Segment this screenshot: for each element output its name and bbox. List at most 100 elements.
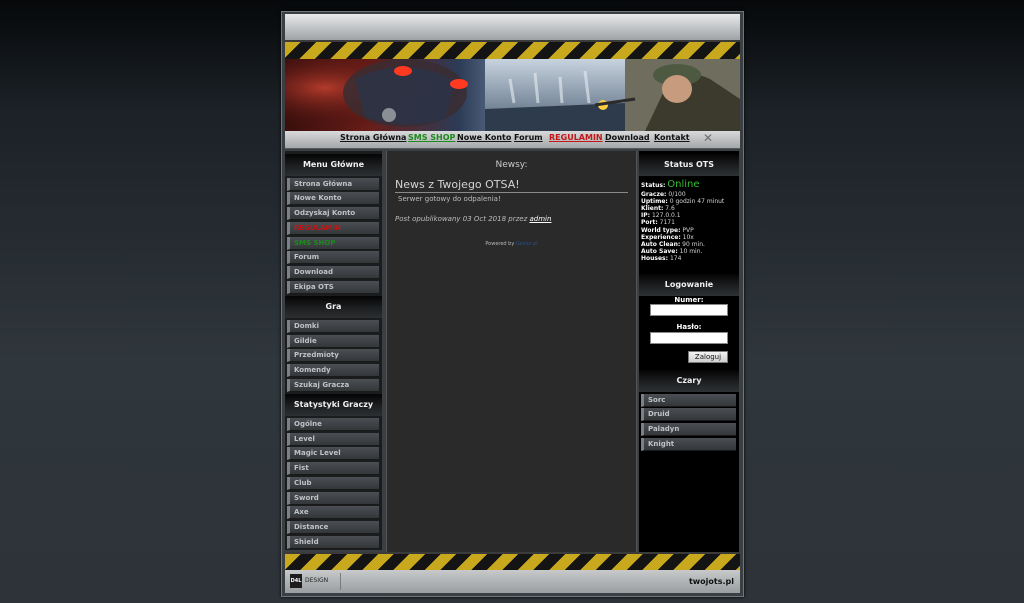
- status-ots-header: Status OTS: [639, 154, 739, 176]
- status-row-klient: Klient: 7.6: [641, 205, 675, 212]
- status-badge: Online: [667, 179, 700, 190]
- sidebar-item-ekipa-ots[interactable]: Ekipa OTS: [287, 281, 379, 294]
- password-label: Hasło:: [676, 323, 702, 331]
- account-number-input[interactable]: [650, 304, 728, 316]
- powered-by-label: Powered by: [485, 241, 515, 247]
- status-row-value: 90 min.: [682, 241, 705, 248]
- sidebar-item-domki[interactable]: Domki: [287, 320, 379, 333]
- sidebar-item-sms-shop[interactable]: SMS SHOP: [287, 237, 379, 250]
- czary-header: Czary: [639, 370, 739, 392]
- header-metal-strip: [285, 14, 740, 41]
- spell-item-knight[interactable]: Knight: [641, 438, 736, 451]
- status-row-label: IP:: [641, 212, 651, 219]
- spell-item-paladyn[interactable]: Paladyn: [641, 423, 736, 436]
- main-content: Newsy: News z Twojego OTSA! Serwer gotow…: [386, 151, 637, 552]
- nav-link-forum[interactable]: Forum: [514, 133, 543, 142]
- logowanie-header: Logowanie: [639, 274, 739, 296]
- powered-by-link[interactable]: Gesior.pl: [516, 241, 538, 247]
- status-row-auto-save: Auto Save: 10 min.: [641, 248, 702, 255]
- banner-artwork: [285, 59, 740, 131]
- nav-link-kontakt[interactable]: Kontakt: [654, 133, 690, 142]
- footer-logo-badge: D4L: [290, 574, 302, 588]
- sidebar-item-strona-glowna[interactable]: Strona Główna: [287, 178, 379, 191]
- status-row-houses: Houses: 174: [641, 255, 681, 262]
- news-meta-text: Post opublikowany 03 Oct 2018 przez: [395, 215, 528, 223]
- status-row-label: World type:: [641, 227, 681, 234]
- sidebar-item-odzyskaj-konto[interactable]: Odzyskaj Konto: [287, 207, 379, 220]
- status-row-port: Port: 7171: [641, 219, 675, 226]
- status-row-value: 174: [669, 255, 682, 262]
- sidebar-item-nowe-konto[interactable]: Nowe Konto: [287, 192, 379, 205]
- status-row-label: Uptime:: [641, 198, 668, 205]
- footer-site-name: twojots.pl: [688, 577, 734, 586]
- powered-by: Powered by Gesior.pl: [387, 241, 636, 247]
- status-row-label: Auto Save:: [641, 248, 678, 255]
- status-row-label: Houses:: [641, 255, 669, 262]
- status-row-value: 0 godzin 47 minut: [669, 198, 725, 205]
- right-sidebar: Status OTS Status: Online Gracze: 0/100 …: [639, 151, 739, 552]
- sidebar-item-komendy[interactable]: Komendy: [287, 364, 379, 377]
- sidebar-item-shield[interactable]: Shield: [287, 536, 379, 549]
- top-navigation: Strona Główna SMS SHOP Nowe Konto Forum …: [285, 131, 740, 149]
- sidebar-item-sword[interactable]: Sword: [287, 492, 379, 505]
- sidebar-item-download[interactable]: Download: [287, 266, 379, 279]
- footer: D4L DESIGN twojots.pl: [285, 570, 740, 593]
- spell-item-druid[interactable]: Druid: [641, 408, 736, 421]
- login-button[interactable]: Zaloguj: [688, 351, 728, 363]
- sidebar-item-przedmioty[interactable]: Przedmioty: [287, 349, 379, 362]
- sidebar-item-gildie[interactable]: Gildie: [287, 335, 379, 348]
- status-row-uptime: Uptime: 0 godzin 47 minut: [641, 198, 724, 205]
- sidebar-item-ogolne[interactable]: Ogólne: [287, 418, 379, 431]
- sidebar-item-szukaj-gracza[interactable]: Szukaj Gracza: [287, 379, 379, 392]
- nav-link-strona-glowna[interactable]: Strona Główna: [340, 133, 406, 142]
- status-row-label: Klient:: [641, 205, 664, 212]
- status-row-ip: IP: 127.0.0.1: [641, 212, 681, 219]
- footer-hazard-stripe: [285, 552, 740, 572]
- status-row-value: 10 min.: [679, 248, 703, 255]
- status-row-value: 7171: [659, 219, 675, 226]
- password-input[interactable]: [650, 332, 728, 344]
- status-label: Status:: [641, 182, 666, 189]
- sidebar-item-fist[interactable]: Fist: [287, 462, 379, 475]
- sidebar-item-axe[interactable]: Axe: [287, 506, 379, 519]
- spell-item-sorc[interactable]: Sorc: [641, 394, 736, 407]
- sidebar-item-distance[interactable]: Distance: [287, 521, 379, 534]
- gra-header: Gra: [285, 296, 382, 318]
- news-title: News z Twojego OTSA!: [395, 178, 628, 193]
- sidebar-item-regulamin[interactable]: REGULAMIN: [287, 222, 379, 235]
- status-row-value: 0/100: [668, 191, 686, 198]
- menu-glowne-header: Menu Główne: [285, 154, 382, 176]
- news-meta: Post opublikowany 03 Oct 2018 przez admi…: [395, 215, 551, 223]
- status-row-value: 10x: [682, 234, 694, 241]
- status-row-value: PVP: [682, 227, 694, 234]
- status-row-gracze: Gracze: 0/100: [641, 191, 686, 198]
- left-sidebar: Menu Główne Strona Główna Nowe Konto Odz…: [285, 151, 382, 550]
- status-row-label: Port:: [641, 219, 658, 226]
- nav-link-sms-shop[interactable]: SMS SHOP: [408, 133, 455, 142]
- footer-divider: [340, 573, 341, 590]
- sidebar-item-club[interactable]: Club: [287, 477, 379, 490]
- status-row-label: Experience:: [641, 234, 681, 241]
- footer-logo-text: DESIGN: [305, 577, 329, 584]
- account-label: Numer:: [674, 296, 704, 304]
- page-title: Newsy:: [495, 160, 528, 170]
- nav-link-nowe-konto[interactable]: Nowe Konto: [457, 133, 511, 142]
- nav-link-regulamin[interactable]: REGULAMIN: [549, 133, 603, 142]
- status-row-label: Gracze:: [641, 191, 667, 198]
- statystyki-header: Statystyki Graczy: [285, 394, 382, 416]
- header-banner-image: [285, 59, 740, 131]
- status-row-value: 7.6: [665, 205, 675, 212]
- news-body: Serwer gotowy do odpalenia!: [398, 195, 501, 203]
- sidebar-item-magic-level[interactable]: Magic Level: [287, 447, 379, 460]
- status-row-experience: Experience: 10x: [641, 234, 694, 241]
- status-row-value: 127.0.0.1: [651, 212, 681, 219]
- nav-link-download[interactable]: Download: [605, 133, 650, 142]
- site-frame: Strona Główna SMS SHOP Nowe Konto Forum …: [281, 11, 744, 597]
- close-icon: ✕: [703, 131, 714, 145]
- sidebar-item-level[interactable]: Level: [287, 433, 379, 446]
- sidebar-item-forum[interactable]: Forum: [287, 251, 379, 264]
- header-hazard-stripe: [285, 40, 740, 61]
- status-row-world-type: World type: PVP: [641, 227, 694, 234]
- status-row-label: Auto Clean:: [641, 241, 681, 248]
- news-author-link[interactable]: admin: [529, 215, 551, 223]
